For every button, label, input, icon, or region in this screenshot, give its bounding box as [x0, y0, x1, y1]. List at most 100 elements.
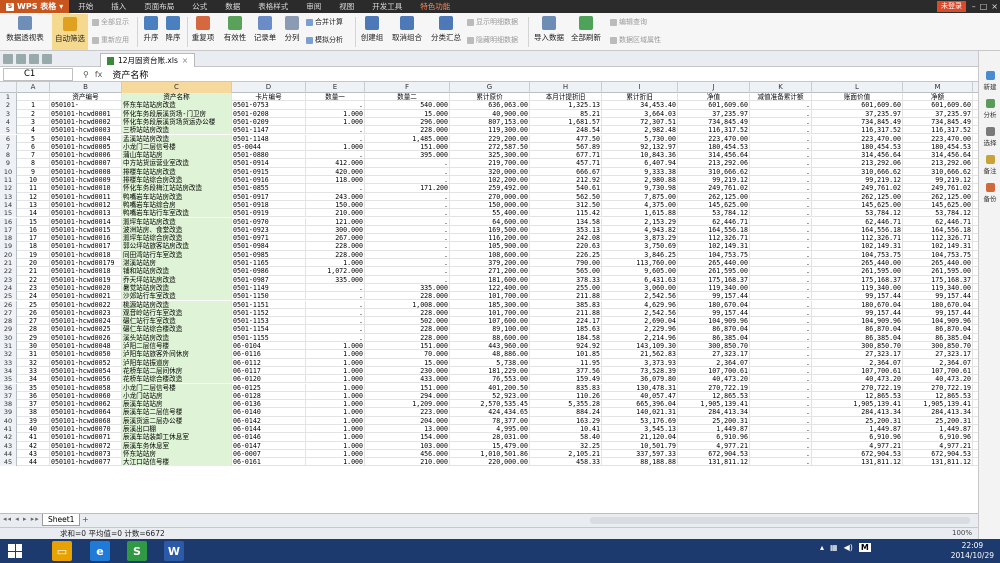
table-cell[interactable]: 320,000.00: [450, 167, 530, 176]
table-cell[interactable]: 32: [17, 358, 50, 367]
table-cell[interactable]: 12,865.53: [903, 391, 973, 401]
table-cell[interactable]: 23: [17, 283, 50, 293]
table-cell[interactable]: 0501-0915: [232, 167, 306, 176]
table-cell[interactable]: 101,700.00: [450, 308, 530, 318]
table-cell[interactable]: 1,905,139.41: [812, 400, 903, 409]
table-cell[interactable]: 636,063.00: [450, 101, 530, 110]
table-cell[interactable]: 050101-hcwd0013: [50, 209, 122, 218]
row-number[interactable]: 19: [0, 242, 17, 251]
table-cell[interactable]: 53,784.12: [903, 209, 973, 218]
table-cell[interactable]: 99,157.44: [678, 308, 750, 318]
table-cell[interactable]: 32.25: [530, 441, 602, 450]
column-title-cell[interactable]: 本月计提折旧: [530, 93, 602, 102]
table-cell[interactable]: 1.000: [306, 117, 365, 127]
table-cell[interactable]: 835.83: [530, 383, 602, 392]
table-cell[interactable]: 43: [17, 449, 50, 459]
table-cell[interactable]: .: [750, 126, 812, 135]
table-cell[interactable]: 辰溪车站二层信号楼: [122, 408, 232, 417]
table-cell[interactable]: 210.000: [365, 458, 450, 467]
name-box[interactable]: C1: [3, 67, 73, 81]
sheet-tab[interactable]: Sheet1: [42, 514, 81, 526]
table-cell[interactable]: 37,235.97: [678, 109, 750, 118]
side-select-button[interactable]: 选择: [979, 127, 1000, 147]
close-icon[interactable]: ×: [991, 0, 998, 13]
table-cell[interactable]: .: [750, 101, 812, 110]
table-cell[interactable]: 6,910.96: [903, 433, 973, 442]
table-cell[interactable]: 2,690.04: [602, 317, 678, 326]
ie-browser-icon[interactable]: e: [90, 541, 110, 561]
table-cell[interactable]: 9: [17, 167, 50, 176]
table-cell[interactable]: 164,556.18: [812, 225, 903, 235]
table-cell[interactable]: 15.000: [365, 109, 450, 118]
table-cell[interactable]: 86,870.04: [812, 325, 903, 334]
table-cell[interactable]: 2,980.88: [602, 176, 678, 185]
table-cell[interactable]: 郭公坪站旅客站房改造: [122, 242, 232, 251]
table-cell[interactable]: 5,355.28: [530, 400, 602, 409]
table-cell[interactable]: .: [365, 167, 450, 176]
table-cell[interactable]: 151.000: [365, 142, 450, 152]
table-cell[interactable]: 540.000: [365, 101, 450, 110]
table-cell[interactable]: 3,750.69: [602, 242, 678, 251]
menu-formula[interactable]: 公式: [183, 0, 216, 13]
table-cell[interactable]: 2,364.07: [678, 358, 750, 367]
table-cell[interactable]: 2,570,535.45: [450, 400, 530, 409]
table-cell[interactable]: 310,666.62: [812, 167, 903, 176]
table-cell[interactable]: 0501-0985: [232, 250, 306, 259]
table-cell[interactable]: 58.40: [530, 433, 602, 442]
table-cell[interactable]: .: [750, 275, 812, 284]
table-cell[interactable]: 33: [17, 366, 50, 376]
table-cell[interactable]: 铺和站站房改造: [122, 267, 232, 276]
row-number[interactable]: 28: [0, 317, 17, 326]
table-cell[interactable]: 185,300.00: [450, 300, 530, 309]
row-number[interactable]: 6: [0, 134, 17, 143]
table-cell[interactable]: 泸阳车站旅客外间休房: [122, 350, 232, 359]
table-cell[interactable]: 0501-0984: [232, 242, 306, 251]
table-cell[interactable]: .: [750, 358, 812, 367]
table-cell[interactable]: 6: [17, 142, 50, 152]
table-cell[interactable]: 119,340.00: [812, 283, 903, 293]
table-cell[interactable]: 223,470.00: [903, 134, 973, 143]
table-cell[interactable]: 3,846.25: [602, 250, 678, 259]
table-cell[interactable]: 0501-0880: [232, 151, 306, 160]
table-cell[interactable]: 378.33: [530, 275, 602, 284]
table-cell[interactable]: 672,904.53: [812, 449, 903, 459]
table-cell[interactable]: .: [750, 400, 812, 409]
table-cell[interactable]: 050101-hcwd0018: [50, 250, 122, 259]
row-number[interactable]: 31: [0, 342, 17, 351]
table-cell[interactable]: 101,700.00: [450, 292, 530, 301]
row-number[interactable]: 37: [0, 391, 17, 401]
table-cell[interactable]: 花桥车站综合楼改造: [122, 375, 232, 384]
row-number[interactable]: 44: [0, 449, 17, 459]
table-cell[interactable]: 0501-0855: [232, 184, 306, 193]
table-cell[interactable]: 17: [17, 234, 50, 243]
table-cell[interactable]: 2,364.07: [903, 358, 973, 367]
row-number[interactable]: 40: [0, 416, 17, 425]
table-cell[interactable]: 99,157.44: [903, 308, 973, 318]
table-cell[interactable]: 1.000: [306, 383, 365, 392]
column-title-cell[interactable]: 累计原价: [450, 93, 530, 102]
table-cell[interactable]: 211.88: [530, 308, 602, 318]
table-cell[interactable]: 辰溪货运二层办公楼: [122, 416, 232, 425]
table-cell[interactable]: 25,200.31: [812, 416, 903, 425]
table-cell[interactable]: .: [750, 117, 812, 127]
table-cell[interactable]: 424,434.65: [450, 408, 530, 417]
table-cell[interactable]: 184.58: [530, 333, 602, 342]
table-cell[interactable]: 163.29: [530, 416, 602, 425]
menu-review[interactable]: 审阅: [297, 0, 330, 13]
row-number[interactable]: 20: [0, 250, 17, 259]
windows-start-icon[interactable]: [8, 544, 22, 558]
table-cell[interactable]: .: [750, 242, 812, 251]
table-cell[interactable]: 228.000: [365, 308, 450, 318]
table-cell[interactable]: 三桥站站房改造: [122, 126, 232, 135]
clock[interactable]: 22:09 2014/10/29: [951, 541, 994, 561]
table-cell[interactable]: 6,431.63: [602, 275, 678, 284]
table-cell[interactable]: 2,105.21: [530, 449, 602, 459]
table-cell[interactable]: .: [750, 416, 812, 425]
table-cell[interactable]: 1: [17, 101, 50, 110]
table-cell[interactable]: 050101-hcwd0062: [50, 400, 122, 409]
table-cell[interactable]: 40,057.47: [602, 391, 678, 401]
table-cell[interactable]: 151.000: [365, 383, 450, 392]
table-cell[interactable]: 050101-hcwd0005: [50, 142, 122, 152]
table-cell[interactable]: 102,200.00: [450, 176, 530, 185]
table-cell[interactable]: 排楼车站站房改造: [122, 167, 232, 176]
